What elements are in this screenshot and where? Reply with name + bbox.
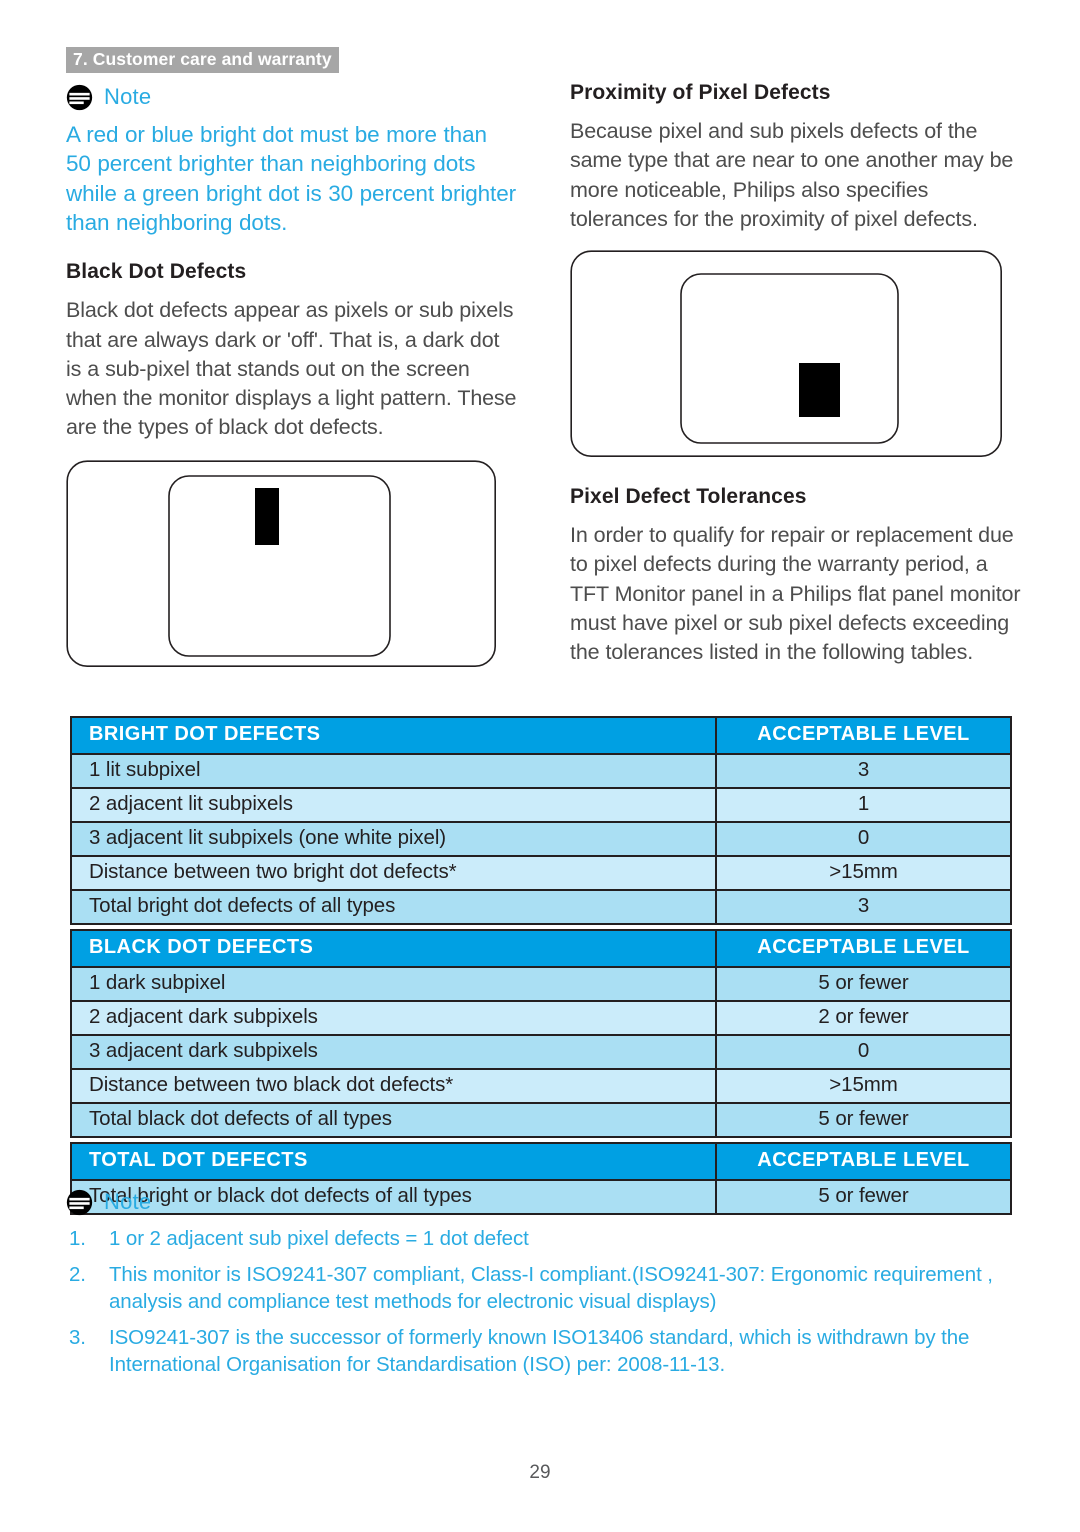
left-column: Note A red or blue bright dot must be mo… (66, 80, 518, 672)
note-text: A red or blue bright dot must be more th… (66, 122, 517, 235)
footer-note-block: Note 1. 1 or 2 adjacent sub pixel defect… (66, 1185, 1016, 1387)
cell-label: 3 adjacent dark subpixels (70, 1034, 717, 1070)
paragraph-pixel-defect-tolerances: In order to qualify for repair or replac… (570, 523, 1021, 664)
table-row: Distance between two bright dot defects*… (70, 855, 1012, 891)
cell-value: >15mm (715, 1068, 1012, 1104)
cell-label: Distance between two black dot defects* (70, 1068, 717, 1104)
column-header-acceptable-level: ACCEPTABLE LEVEL (715, 1142, 1012, 1181)
cell-label: Distance between two bright dot defects* (70, 855, 717, 891)
column-header-category: BLACK DOT DEFECTS (70, 929, 717, 968)
column-header-acceptable-level: ACCEPTABLE LEVEL (715, 929, 1012, 968)
note-icon (66, 1189, 93, 1215)
cell-value: 5 or fewer (715, 966, 1012, 1002)
table-row: 2 adjacent dark subpixels 2 or fewer (70, 1000, 1012, 1036)
list-item-number: 3. (69, 1326, 86, 1349)
cell-value: 1 (715, 787, 1012, 823)
cell-value: 3 (715, 889, 1012, 925)
cell-value: >15mm (715, 855, 1012, 891)
table-row: 2 adjacent lit subpixels 1 (70, 787, 1012, 823)
cell-label: 2 adjacent dark subpixels (70, 1000, 717, 1036)
list-item-text: 1 or 2 adjacent sub pixel defects = 1 do… (109, 1227, 529, 1250)
column-header-category: BRIGHT DOT DEFECTS (70, 716, 717, 755)
running-head-chapter-title: 7. Customer care and warranty (66, 47, 339, 74)
cell-label: Total black dot defects of all types (70, 1102, 717, 1138)
cell-value: 0 (715, 821, 1012, 857)
black-dot-defect-monitor-diagram (66, 460, 497, 668)
document-page: 7. Customer care and warranty Note A red… (0, 0, 1080, 1532)
list-item-number: 1. (69, 1227, 86, 1250)
column-header-category: TOTAL DOT DEFECTS (70, 1142, 717, 1181)
cell-label: Total bright dot defects of all types (70, 889, 717, 925)
list-item-text: ISO9241-307 is the successor of formerly… (109, 1326, 970, 1376)
table-row: Distance between two black dot defects* … (70, 1068, 1012, 1104)
cell-label: 3 adjacent lit subpixels (one white pixe… (70, 821, 717, 857)
table-black-dot-defects: BLACK DOT DEFECTS ACCEPTABLE LEVEL 1 dar… (70, 929, 1012, 1138)
footer-note-heading: Note (66, 1185, 1016, 1219)
table-header-row: TOTAL DOT DEFECTS ACCEPTABLE LEVEL (70, 1142, 1012, 1181)
table-row: Total bright dot defects of all types 3 (70, 889, 1012, 925)
table-row: 3 adjacent dark subpixels 0 (70, 1034, 1012, 1070)
table-bright-dot-defects: BRIGHT DOT DEFECTS ACCEPTABLE LEVEL 1 li… (70, 716, 1012, 925)
paragraph-proximity-of-pixel-defects: Because pixel and sub pixels defects of … (570, 119, 1014, 231)
list-item: 3. ISO9241-307 is the successor of forme… (66, 1324, 1016, 1378)
cell-value: 3 (715, 753, 1012, 789)
heading-proximity-of-pixel-defects: Proximity of Pixel Defects (570, 81, 831, 104)
heading-black-dot-defects: Black Dot Defects (66, 260, 247, 284)
list-item: 1. 1 or 2 adjacent sub pixel defects = 1… (66, 1225, 1016, 1252)
pixel-defect-tolerance-tables: BRIGHT DOT DEFECTS ACCEPTABLE LEVEL 1 li… (70, 716, 1012, 1219)
note-icon (66, 84, 93, 110)
cell-value: 2 or fewer (715, 1000, 1012, 1036)
column-header-acceptable-level: ACCEPTABLE LEVEL (715, 716, 1012, 755)
table-header-row: BLACK DOT DEFECTS ACCEPTABLE LEVEL (70, 929, 1012, 968)
cell-label: 1 dark subpixel (70, 966, 717, 1002)
footer-note-list: 1. 1 or 2 adjacent sub pixel defects = 1… (66, 1225, 1016, 1378)
pixel-defect-proximity-monitor-diagram (570, 250, 1003, 458)
note-label: Note (104, 1189, 152, 1214)
list-item: 2. This monitor is ISO9241-307 compliant… (66, 1261, 1016, 1315)
list-item-number: 2. (69, 1263, 86, 1286)
table-row: 1 dark subpixel 5 or fewer (70, 966, 1012, 1002)
paragraph-black-dot-defects: Black dot defects appear as pixels or su… (66, 298, 517, 440)
table-row: 3 adjacent lit subpixels (one white pixe… (70, 821, 1012, 857)
table-row: 1 lit subpixel 3 (70, 753, 1012, 789)
table-header-row: BRIGHT DOT DEFECTS ACCEPTABLE LEVEL (70, 716, 1012, 755)
right-column: Proximity of Pixel Defects Because pixel… (570, 80, 1022, 667)
cell-label: 1 lit subpixel (70, 753, 717, 789)
table-row: Total black dot defects of all types 5 o… (70, 1102, 1012, 1138)
cell-value: 0 (715, 1034, 1012, 1070)
list-item-text: This monitor is ISO9241-307 compliant, C… (109, 1263, 993, 1313)
note-label: Note (104, 84, 152, 109)
page-number: 29 (529, 1462, 551, 1483)
cell-value: 5 or fewer (715, 1102, 1012, 1138)
note-callout-heading: Note (66, 80, 518, 114)
heading-pixel-defect-tolerances: Pixel Defect Tolerances (570, 485, 807, 508)
cell-label: 2 adjacent lit subpixels (70, 787, 717, 823)
